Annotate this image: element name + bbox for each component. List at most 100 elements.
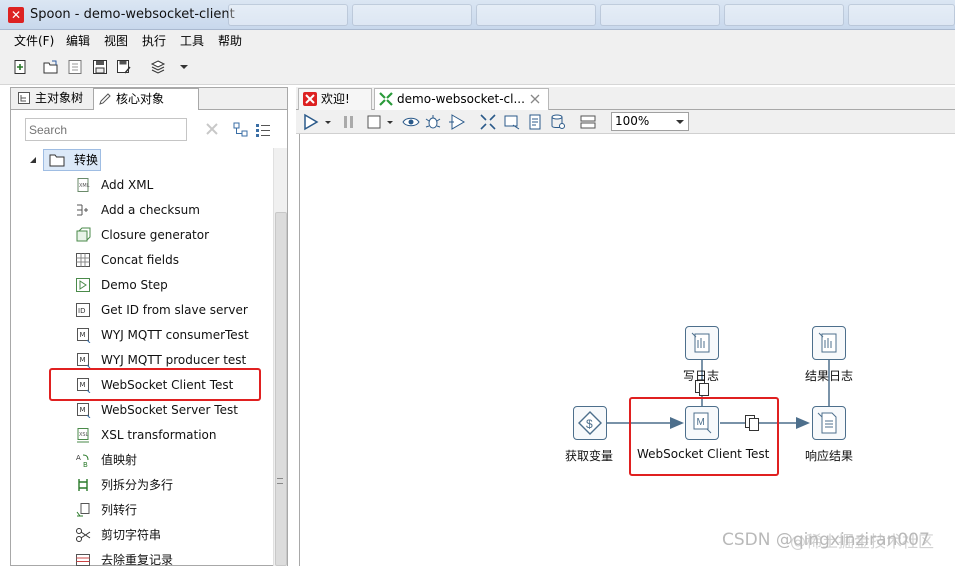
- open-folder-icon[interactable]: [43, 59, 59, 75]
- background-tab: [724, 4, 844, 26]
- concat-fields-icon: [76, 253, 90, 267]
- spoon-icon: [303, 92, 317, 106]
- folder-icon: [49, 154, 65, 167]
- tree-item-label: WYJ MQTT consumerTest: [101, 328, 249, 342]
- tree-item-add-xml[interactable]: XML Add XML: [73, 174, 153, 196]
- debug-bug-icon[interactable]: [424, 113, 442, 131]
- left-panel: 主对象树 核心对象 转换 XML Add XML Add a checksum C…: [10, 87, 288, 566]
- search-input[interactable]: [25, 118, 187, 141]
- explore-repository-icon[interactable]: [67, 59, 83, 75]
- write-log-icon: [691, 332, 710, 353]
- tree-item-value-mapper[interactable]: A B 值映射: [73, 449, 137, 471]
- tree-item-demo-step[interactable]: Demo Step: [73, 274, 168, 296]
- step-get-variables[interactable]: $: [573, 406, 607, 440]
- tab-core-objects[interactable]: 核心对象: [93, 88, 199, 110]
- tree-item-mqtt-consumer[interactable]: M WYJ MQTT consumerTest: [73, 324, 249, 346]
- tree-folder-transform[interactable]: 转换: [43, 149, 101, 171]
- scrollbar-grip: [277, 478, 283, 484]
- plugin-m-icon: M: [77, 328, 91, 343]
- tree-item-dedupe[interactable]: 去除重复记录: [73, 549, 173, 566]
- step-label-write-log: 写日志: [683, 369, 720, 383]
- transformation-canvas[interactable]: $ 获取变量 M WebSocket Client Test 写日志 响应结果 …: [299, 134, 955, 566]
- tree-item-websocket-server[interactable]: M WebSocket Server Test: [73, 399, 238, 421]
- tree-item-checksum[interactable]: Add a checksum: [73, 199, 200, 221]
- menu-tools[interactable]: 工具: [180, 32, 204, 49]
- collapse-tree-icon[interactable]: [233, 122, 249, 138]
- step-response-result[interactable]: [812, 406, 846, 440]
- verify-icon[interactable]: [479, 113, 497, 131]
- canvas-step-highlight: [629, 397, 779, 476]
- tree-item-label: 列转行: [101, 503, 138, 517]
- checksum-icon: [77, 204, 88, 216]
- dedupe-icon: [76, 554, 90, 566]
- tree-item-label: WYJ MQTT producer test: [101, 353, 247, 367]
- main-toolbar: [0, 50, 955, 85]
- tree-item-pivot[interactable]: 列转行: [73, 499, 137, 521]
- tab-welcome-label: 欢迎!: [321, 92, 350, 106]
- plugin-m-icon: M: [77, 353, 91, 368]
- layers-dropdown-icon[interactable]: [176, 59, 192, 75]
- tree-item-concat[interactable]: Concat fields: [73, 249, 179, 271]
- background-tab: [476, 4, 596, 26]
- svg-text:ID: ID: [78, 307, 85, 315]
- preview-eye-icon[interactable]: [402, 113, 420, 131]
- run-dropdown-icon[interactable]: [324, 114, 332, 130]
- tab-welcome[interactable]: 欢迎!: [298, 88, 372, 110]
- hop-lines: [605, 360, 830, 429]
- svg-text:XSL: XSL: [79, 432, 89, 438]
- step-label-response-result: 响应结果: [805, 449, 854, 463]
- stop-icon[interactable]: [366, 113, 382, 131]
- menu-help[interactable]: 帮助: [218, 32, 242, 49]
- layers-icon[interactable]: [150, 59, 166, 75]
- expanded-arrow-icon[interactable]: [29, 157, 37, 165]
- title-bar: ✕ Spoon - demo-websocket-client: [0, 0, 955, 30]
- impact-icon[interactable]: [503, 113, 521, 131]
- window-title: Spoon - demo-websocket-client: [30, 7, 235, 22]
- tree-item-cut-string[interactable]: 剪切字符串: [73, 524, 161, 546]
- tab-main-tree[interactable]: 主对象树: [13, 88, 91, 110]
- results-panel-icon[interactable]: [579, 113, 597, 131]
- step-write-log[interactable]: [685, 326, 719, 360]
- sql-icon[interactable]: [526, 113, 544, 131]
- expand-tree-icon[interactable]: [255, 122, 271, 138]
- menu-view[interactable]: 视图: [104, 32, 128, 49]
- background-tab: [352, 4, 472, 26]
- tree-item-get-id[interactable]: ID Get ID from slave server: [73, 299, 248, 321]
- pause-icon[interactable]: [341, 113, 357, 131]
- closure-icon: [76, 227, 91, 242]
- save-as-icon[interactable]: [116, 59, 132, 75]
- tree-item-xsl[interactable]: XSL XSL transformation: [73, 424, 217, 446]
- tree-item-label: Get ID from slave server: [101, 303, 248, 317]
- pencil-icon: [99, 93, 111, 105]
- replay-icon[interactable]: [448, 113, 466, 131]
- value-mapper-icon: AB: [76, 454, 89, 468]
- stop-dropdown-icon[interactable]: [386, 114, 394, 130]
- menu-file[interactable]: 文件(F): [14, 32, 54, 49]
- scrollbar-thumb[interactable]: [275, 212, 287, 566]
- save-icon[interactable]: [92, 59, 108, 75]
- new-file-icon[interactable]: [12, 59, 28, 75]
- demo-step-icon: [76, 278, 90, 292]
- tree-item-closure[interactable]: Closure generator: [73, 224, 209, 246]
- hop-arrowhead: [796, 417, 810, 429]
- zoom-select[interactable]: 100%: [611, 112, 689, 131]
- explore-db-icon[interactable]: [549, 113, 567, 131]
- run-icon[interactable]: [302, 113, 320, 131]
- tab-demo-websocket[interactable]: demo-websocket-cl...: [374, 88, 549, 110]
- close-tab-icon[interactable]: [530, 94, 540, 104]
- tree-item-label: Concat fields: [101, 253, 179, 267]
- step-label-get-variables: 获取变量: [565, 449, 614, 463]
- svg-text:M: M: [80, 406, 86, 414]
- editor-tab-bar: 欢迎! demo-websocket-cl...: [296, 87, 955, 110]
- left-tab-bar: 主对象树 核心对象: [11, 88, 287, 110]
- step-result-log[interactable]: [812, 326, 846, 360]
- tree-item-split-rows[interactable]: 列拆分为多行: [73, 474, 173, 496]
- menu-run[interactable]: 执行: [142, 32, 166, 49]
- pivot-icon: [76, 503, 90, 517]
- tab-main-tree-label: 主对象树: [35, 91, 84, 105]
- tree-item-label: Closure generator: [101, 228, 210, 242]
- clear-search-icon[interactable]: [205, 122, 219, 136]
- tree-item-label: XSL transformation: [101, 428, 217, 442]
- tree-scrollbar[interactable]: [273, 148, 287, 566]
- menu-edit[interactable]: 编辑: [66, 32, 90, 49]
